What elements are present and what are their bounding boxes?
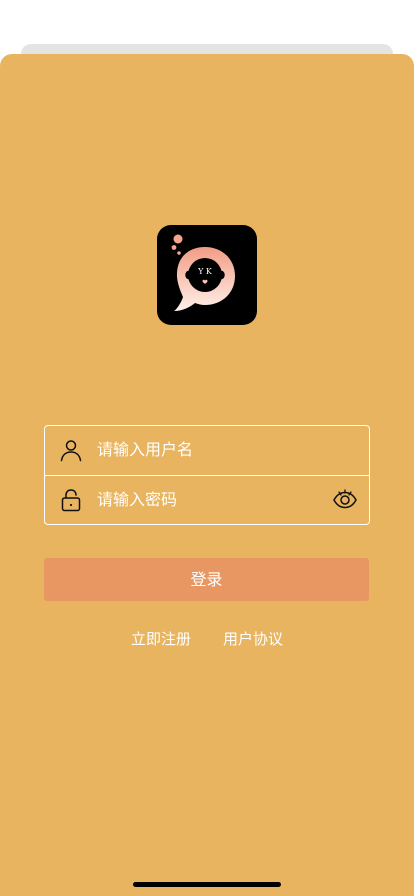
login-form: 请输入用户名 请输入密码 — [44, 425, 370, 525]
eye-icon[interactable] — [333, 488, 357, 512]
lock-icon — [61, 489, 81, 512]
app-logo-graphic: Y K — [171, 234, 235, 311]
register-link[interactable]: 立即注册 — [131, 627, 191, 651]
user-agreement-link[interactable]: 用户协议 — [223, 627, 283, 651]
login-screen: Y K 请输入用户名 请输入密码 登录 立即注册 用户协议 — [0, 0, 414, 896]
username-input[interactable]: 请输入用户名 — [97, 426, 193, 474]
logo-letters: Y K — [197, 267, 213, 276]
password-field[interactable]: 请输入密码 — [45, 475, 369, 524]
home-indicator[interactable] — [133, 882, 281, 887]
app-logo: Y K — [157, 225, 257, 325]
user-icon — [60, 440, 82, 462]
username-field[interactable]: 请输入用户名 — [45, 426, 369, 475]
password-input[interactable]: 请输入密码 — [97, 476, 177, 524]
login-button[interactable]: 登录 — [44, 558, 369, 601]
